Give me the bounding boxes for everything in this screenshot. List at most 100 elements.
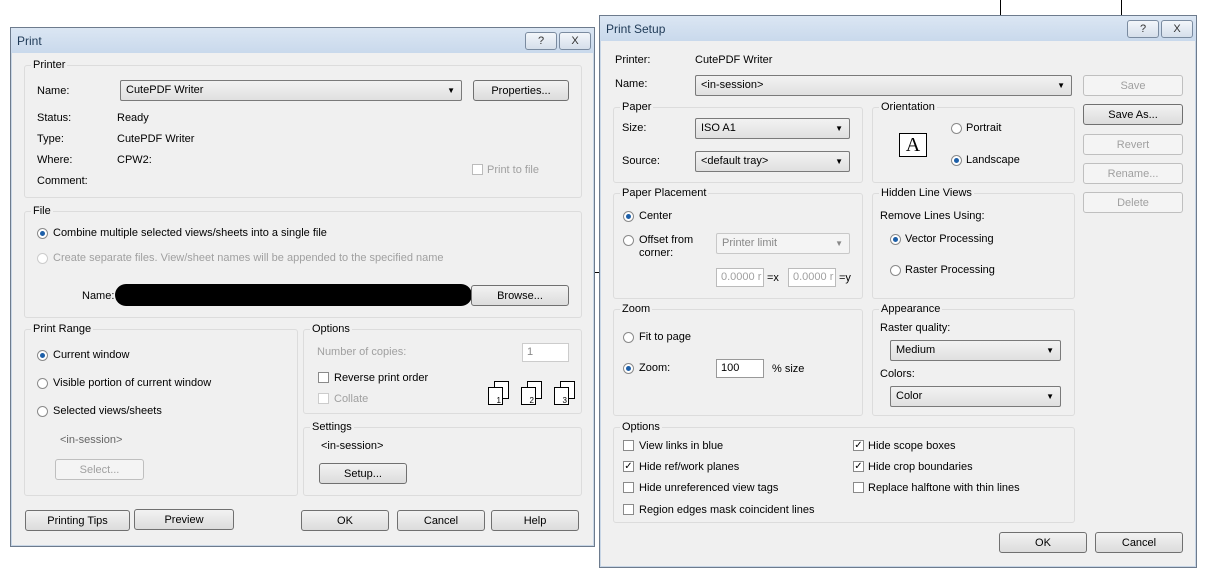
preview-button[interactable]: Preview (134, 509, 234, 530)
browse-button[interactable]: Browse... (471, 285, 569, 306)
paper-size-select[interactable]: ISO A1 (695, 118, 850, 139)
center-radio[interactable] (623, 211, 634, 222)
separate-radio[interactable] (37, 253, 48, 264)
hide-crop-boundaries-label: Hide crop boundaries (868, 461, 973, 473)
visible-portion-label: Visible portion of current window (53, 377, 212, 389)
collate-checkbox[interactable] (318, 393, 329, 404)
raster-quality-select[interactable]: Medium (890, 340, 1061, 361)
offset-x-input[interactable]: 0.0000 r (716, 268, 764, 287)
offset-y-input[interactable]: 0.0000 r (788, 268, 836, 287)
select-button[interactable]: Select... (55, 459, 144, 480)
remove-lines-label: Remove Lines Using: (880, 210, 985, 222)
print-to-file-label: Print to file (487, 164, 539, 176)
close-button[interactable]: X (1161, 20, 1193, 38)
group-label: Options (310, 323, 352, 335)
save-as-button[interactable]: Save As... (1083, 104, 1183, 125)
delete-button[interactable]: Delete (1083, 192, 1183, 213)
size-label: Size: (622, 122, 647, 134)
file-name-input-redacted[interactable] (115, 284, 472, 306)
fit-to-page-radio[interactable] (623, 332, 634, 343)
visible-portion-radio[interactable] (37, 378, 48, 389)
setup-name-select[interactable]: <in-session> (695, 75, 1072, 96)
hide-unreferenced-tags-checkbox[interactable] (623, 482, 634, 493)
orientation-preview-icon: A (899, 133, 927, 157)
region-edges-checkbox[interactable] (623, 504, 634, 515)
zoom-label: Zoom: (639, 362, 671, 374)
collate-label: Collate (334, 393, 369, 405)
setup-ok-button[interactable]: OK (999, 532, 1087, 553)
properties-button[interactable]: Properties... (473, 80, 569, 101)
hide-unreferenced-tags-label: Hide unreferenced view tags (639, 482, 779, 494)
vector-radio[interactable] (890, 234, 901, 245)
zoom-unit-label: % size (772, 363, 805, 375)
dialog-title: Print Setup (606, 22, 666, 36)
group-label: Paper Placement (620, 187, 709, 199)
status-value: Ready (117, 112, 149, 124)
offset-radio[interactable] (623, 235, 634, 246)
landscape-radio[interactable] (951, 155, 962, 166)
comment-label: Comment: (37, 175, 88, 187)
type-value: CutePDF Writer (117, 133, 195, 145)
group-label: Paper (620, 101, 654, 113)
where-value: CPW2: (117, 154, 152, 166)
y-label: =y (839, 272, 851, 284)
file-name-label: Name: (82, 290, 115, 302)
group-label: Options (620, 421, 662, 433)
printer-name-select[interactable]: CutePDF Writer (120, 80, 462, 101)
print-to-file-checkbox[interactable] (472, 164, 483, 175)
fit-to-page-label: Fit to page (639, 331, 691, 343)
help-button[interactable]: ? (1127, 20, 1159, 38)
portrait-radio[interactable] (951, 123, 962, 134)
ok-button[interactable]: OK (301, 510, 389, 531)
hide-ref-planes-checkbox[interactable]: ✓ (623, 461, 634, 472)
hide-ref-planes-label: Hide ref/work planes (639, 461, 740, 473)
corner-label: corner: (639, 247, 674, 259)
selected-views-radio[interactable] (37, 406, 48, 417)
close-button[interactable]: X (559, 32, 591, 50)
revert-button[interactable]: Revert (1083, 134, 1183, 155)
zoom-radio[interactable] (623, 363, 634, 374)
vector-label: Vector Processing (905, 233, 994, 245)
rename-button[interactable]: Rename... (1083, 163, 1183, 184)
raster-radio[interactable] (890, 265, 901, 276)
combine-label: Combine multiple selected views/sheets i… (53, 227, 327, 239)
group-label: Settings (310, 421, 354, 433)
cancel-button[interactable]: Cancel (397, 510, 485, 531)
raster-quality-label: Raster quality: (880, 322, 951, 334)
current-window-label: Current window (53, 349, 130, 361)
group-label: Zoom (620, 303, 653, 315)
page-icon-2: 2 (521, 387, 536, 405)
offset-select[interactable]: Printer limit (716, 233, 850, 254)
x-label: =x (767, 272, 779, 284)
source-label: Source: (622, 155, 660, 167)
combine-radio[interactable] (37, 228, 48, 239)
zoom-stepper[interactable]: 100 (716, 359, 764, 378)
selected-views-label: Selected views/sheets (53, 405, 162, 417)
help-text-button[interactable]: Help (491, 510, 579, 531)
page-icon-1: 1 (488, 387, 503, 405)
view-links-blue-checkbox[interactable] (623, 440, 634, 451)
copies-stepper[interactable]: 1 (522, 343, 569, 362)
portrait-label: Portrait (966, 122, 1002, 134)
help-button[interactable]: ? (525, 32, 557, 50)
colors-select[interactable]: Color (890, 386, 1061, 407)
printing-tips-button[interactable]: Printing Tips (25, 510, 130, 531)
save-button[interactable]: Save (1083, 75, 1183, 96)
paper-source-select[interactable]: <default tray> (695, 151, 850, 172)
replace-halftone-checkbox[interactable] (853, 482, 864, 493)
setup-cancel-button[interactable]: Cancel (1095, 532, 1183, 553)
group-label: Orientation (879, 101, 937, 113)
reverse-order-checkbox[interactable] (318, 372, 329, 383)
hide-scope-boxes-checkbox[interactable]: ✓ (853, 440, 864, 451)
center-label: Center (639, 210, 673, 222)
group-label: Appearance (879, 303, 943, 315)
printer-value: CutePDF Writer (695, 54, 773, 66)
status-label: Status: (37, 112, 72, 124)
setup-button[interactable]: Setup... (319, 463, 407, 484)
current-window-radio[interactable] (37, 350, 48, 361)
landscape-label: Landscape (966, 154, 1020, 166)
group-label: Hidden Line Views (879, 187, 974, 199)
group-label: Print Range (31, 323, 94, 335)
replace-halftone-label: Replace halftone with thin lines (868, 482, 1020, 494)
hide-crop-boundaries-checkbox[interactable]: ✓ (853, 461, 864, 472)
